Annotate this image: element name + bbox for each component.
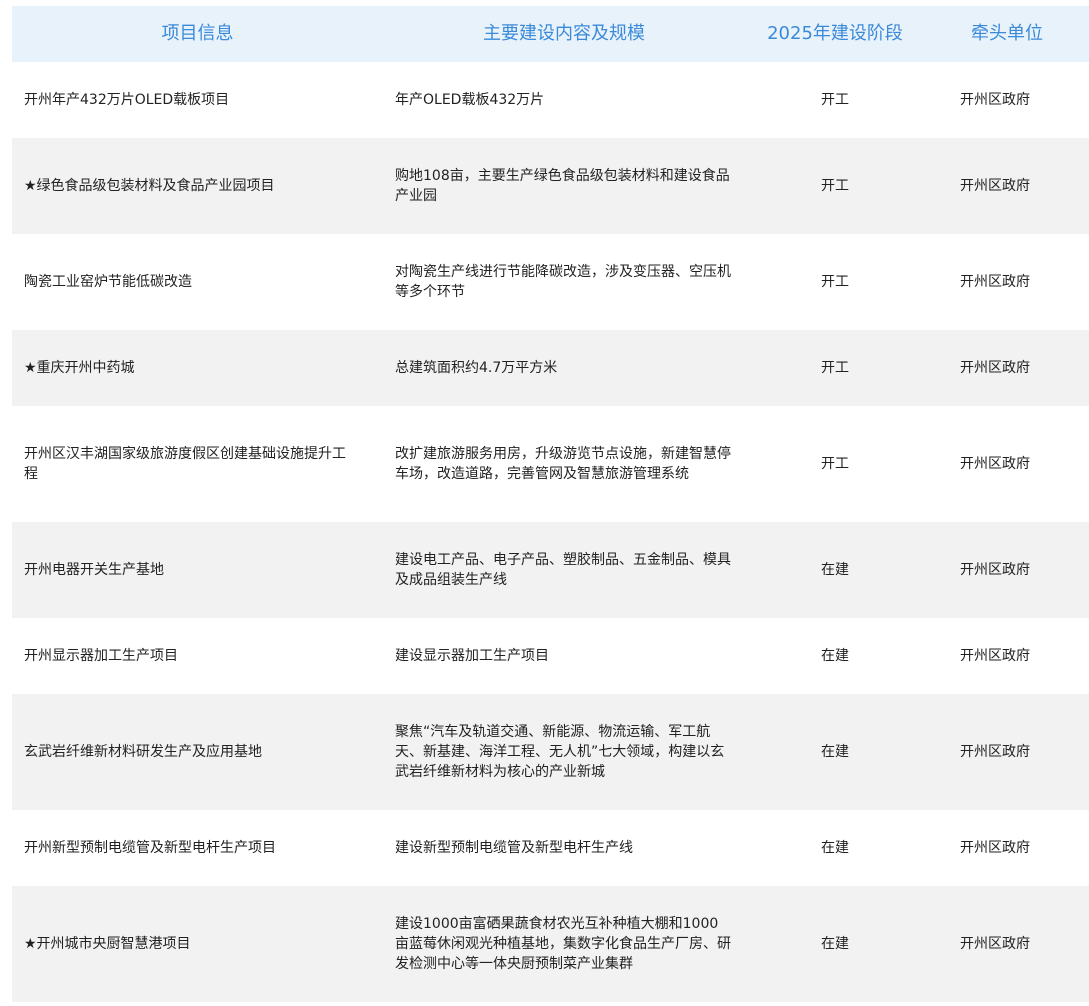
project-unit: 开州区政府: [960, 744, 1030, 760]
project-name: 陶瓷工业窑炉节能低碳改造: [24, 274, 192, 290]
project-stage: 在建: [821, 744, 849, 760]
projects-table: 项目信息 主要建设内容及规模 2025年建设阶段 牵头单位 开州年产432万片O…: [12, 6, 1089, 1002]
project-content: 建设新型预制电缆管及新型电杆生产线: [395, 840, 633, 856]
table-header: 项目信息 主要建设内容及规模 2025年建设阶段 牵头单位: [12, 6, 1089, 62]
project-unit: 开州区政府: [960, 648, 1030, 664]
project-stage: 开工: [821, 456, 849, 472]
project-stage: 在建: [821, 840, 849, 856]
project-stage: 开工: [821, 178, 849, 194]
table-row: 陶瓷工业窑炉节能低碳改造 对陶瓷生产线进行节能降碳改造，涉及变压器、空压机等多个…: [12, 234, 1089, 330]
project-unit: 开州区政府: [960, 360, 1030, 376]
project-unit: 开州区政府: [960, 936, 1030, 952]
project-name: ★开州城市央厨智慧港项目: [24, 936, 191, 952]
project-content: 建设1000亩富硒果蔬食材农光互补种植大棚和1000亩蓝莓休闲观光种植基地，集数…: [395, 916, 731, 972]
project-content: 改扩建旅游服务用房，升级游览节点设施，新建智慧停车场，改造道路，完善管网及智慧旅…: [395, 446, 731, 482]
project-name: 开州区汉丰湖国家级旅游度假区创建基础设施提升工程: [24, 446, 346, 482]
project-unit: 开州区政府: [960, 562, 1030, 578]
header-content-scale: 主要建设内容及规模: [483, 23, 645, 44]
project-content: 购地108亩，主要生产绿色食品级包装材料和建设食品产业园: [395, 168, 730, 204]
project-stage: 开工: [821, 92, 849, 108]
table-row: ★绿色食品级包装材料及食品产业园项目 购地108亩，主要生产绿色食品级包装材料和…: [12, 138, 1089, 234]
project-name: 开州年产432万片OLED载板项目: [24, 92, 230, 108]
project-name: 开州显示器加工生产项目: [24, 648, 178, 664]
table-row: 开州区汉丰湖国家级旅游度假区创建基础设施提升工程 改扩建旅游服务用房，升级游览节…: [12, 406, 1089, 522]
project-unit: 开州区政府: [960, 840, 1030, 856]
project-stage: 在建: [821, 562, 849, 578]
project-stage: 在建: [821, 936, 849, 952]
project-unit: 开州区政府: [960, 456, 1030, 472]
project-name: ★绿色食品级包装材料及食品产业园项目: [24, 178, 275, 194]
project-stage: 开工: [821, 360, 849, 376]
project-unit: 开州区政府: [960, 274, 1030, 290]
table-row: ★重庆开州中药城 总建筑面积约4.7万平方米 开工 开州区政府: [12, 330, 1089, 406]
project-content: 建设显示器加工生产项目: [395, 648, 549, 664]
project-content: 对陶瓷生产线进行节能降碳改造，涉及变压器、空压机等多个环节: [395, 264, 731, 300]
table-row: 开州显示器加工生产项目 建设显示器加工生产项目 在建 开州区政府: [12, 618, 1089, 694]
project-content: 年产OLED载板432万片: [395, 92, 545, 108]
project-name: 开州电器开关生产基地: [24, 562, 164, 578]
header-stage: 2025年建设阶段: [767, 23, 903, 44]
table-row: 开州年产432万片OLED载板项目 年产OLED载板432万片 开工 开州区政府: [12, 62, 1089, 138]
table-row: 开州新型预制电缆管及新型电杆生产项目 建设新型预制电缆管及新型电杆生产线 在建 …: [12, 810, 1089, 886]
project-unit: 开州区政府: [960, 178, 1030, 194]
project-name: 开州新型预制电缆管及新型电杆生产项目: [24, 840, 276, 856]
project-content: 聚焦“汽车及轨道交通、新能源、物流运输、军工航天、新基建、海洋工程、无人机”七大…: [395, 724, 725, 780]
project-name: 玄武岩纤维新材料研发生产及应用基地: [24, 744, 262, 760]
table-row: 开州电器开关生产基地 建设电工产品、电子产品、塑胶制品、五金制品、模具及成品组装…: [12, 522, 1089, 618]
project-unit: 开州区政府: [960, 92, 1030, 108]
project-stage: 开工: [821, 274, 849, 290]
table-row: ★开州城市央厨智慧港项目 建设1000亩富硒果蔬食材农光互补种植大棚和1000亩…: [12, 886, 1089, 1002]
header-project-info: 项目信息: [161, 23, 234, 44]
project-name: ★重庆开州中药城: [24, 360, 135, 376]
project-stage: 在建: [821, 648, 849, 664]
project-content: 总建筑面积约4.7万平方米: [395, 360, 558, 376]
project-content: 建设电工产品、电子产品、塑胶制品、五金制品、模具及成品组装生产线: [395, 552, 731, 588]
header-lead-unit: 牵头单位: [971, 23, 1043, 44]
table-row: 玄武岩纤维新材料研发生产及应用基地 聚焦“汽车及轨道交通、新能源、物流运输、军工…: [12, 694, 1089, 810]
